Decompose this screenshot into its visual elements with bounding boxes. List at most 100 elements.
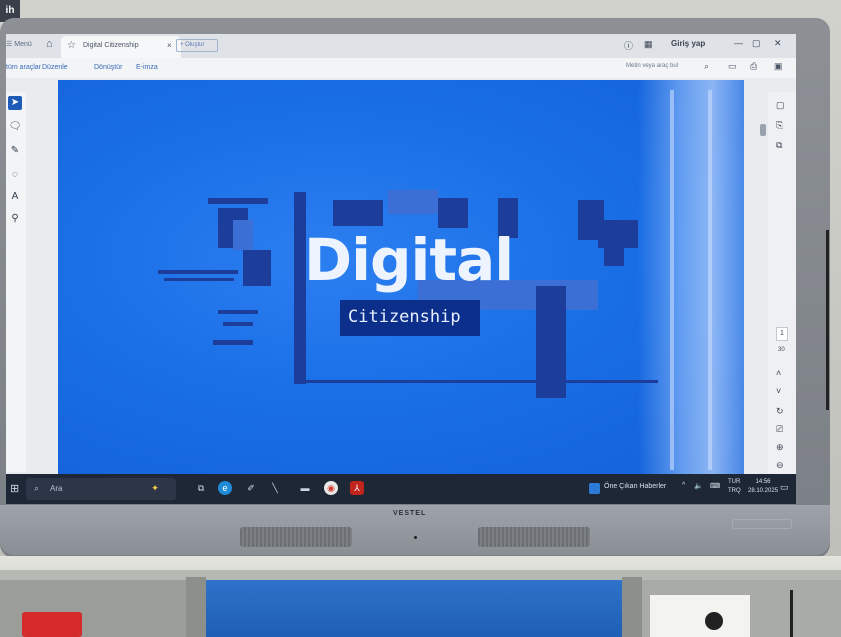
pages-icon[interactable]: ⧉: [776, 140, 782, 151]
text-tool-icon[interactable]: A: [8, 190, 22, 204]
comment-tool-icon[interactable]: 🗨: [8, 120, 22, 134]
decor-bar: [218, 310, 258, 314]
refresh-icon[interactable]: ↻: [776, 406, 784, 417]
decor-bar: [223, 322, 253, 326]
decor-block: [388, 190, 438, 214]
decor-block: [438, 198, 468, 228]
power-led: [414, 536, 417, 539]
speaker-grille-right: [478, 527, 590, 547]
edge-icon[interactable]: e: [218, 481, 232, 495]
red-object: [22, 612, 82, 637]
right-tool-rail: ▢ ⎘ ⧉ 1 30 ˄ ˅ ↻ ⎚ ⊕ ⊖: [768, 92, 796, 482]
chevron-up-icon[interactable]: ˄: [776, 368, 781, 378]
window-frame-bar: [708, 90, 712, 470]
socket-hole: [705, 612, 723, 630]
window-frame-bar: [670, 90, 674, 470]
news-icon[interactable]: [589, 483, 600, 494]
menu-button[interactable]: ☰ Menü: [6, 40, 32, 48]
chrome-icon[interactable]: ◉: [324, 481, 338, 495]
front-buttons[interactable]: [732, 519, 792, 529]
decor-bar: [208, 198, 268, 204]
close-window-icon[interactable]: ✕: [774, 38, 782, 49]
help-icon[interactable]: ⓘ: [624, 39, 633, 52]
pdf-toolbar: tüm araçlar Düzenle Dönüştür E-imza Meti…: [6, 58, 796, 78]
sparkle-icon[interactable]: ✦: [148, 481, 162, 495]
language-indicator[interactable]: TUR TRQ: [728, 478, 741, 496]
chevron-up-icon[interactable]: ^: [682, 482, 685, 489]
slide-title: Digital: [304, 226, 514, 294]
home-icon[interactable]: ⌂: [46, 38, 58, 50]
select-tool-icon[interactable]: ➤: [8, 96, 22, 110]
lasso-tool-icon[interactable]: ◌: [8, 168, 22, 182]
decor-bar: [164, 278, 234, 281]
toolbar-convert[interactable]: Dönüştür: [94, 64, 122, 71]
keyboard-icon[interactable]: ⌨: [710, 482, 720, 490]
page-total: 30: [778, 347, 785, 353]
speaker-grille-left: [240, 527, 352, 547]
task-view-icon[interactable]: ⧉: [194, 481, 208, 495]
pen-app-icon[interactable]: ✐: [244, 481, 258, 495]
tool-search-input[interactable]: Metin veya araç bul: [626, 63, 678, 69]
tv-screen: ☰ Menü ⌂ ☆ Digital Citizenship × + Oluşt…: [6, 34, 796, 504]
maximize-icon[interactable]: ▢: [752, 38, 761, 49]
decor-block: [233, 220, 253, 250]
slide-subtitle: Citizenship: [348, 307, 461, 327]
star-icon[interactable]: ☆: [67, 40, 76, 51]
new-tab-button[interactable]: + Oluştur: [176, 39, 218, 52]
acrobat-icon[interactable]: ⅄: [350, 481, 364, 495]
clock[interactable]: 14:56 28.10.2025: [748, 478, 778, 496]
toolbar-all-tools[interactable]: tüm araçlar: [6, 64, 41, 71]
mount-bracket: [186, 577, 206, 637]
zoom-in-icon[interactable]: ⊕: [776, 442, 784, 453]
comments-panel-icon[interactable]: ▢: [776, 100, 785, 111]
pen-tool-icon[interactable]: ✎: [8, 144, 22, 158]
news-widget[interactable]: Öne Çıkan Haberler: [604, 483, 666, 490]
sign-in-button[interactable]: Giriş yap: [671, 39, 705, 48]
decor-bar: [158, 270, 238, 274]
file-explorer-icon[interactable]: ▬: [298, 481, 312, 495]
lower-blue-panel: [200, 580, 630, 637]
decor-block: [333, 200, 383, 226]
mount-bracket: [622, 577, 642, 637]
slide-canvas: Digital Citizenship: [58, 80, 744, 476]
cable: [826, 230, 829, 410]
scrollbar-thumb[interactable]: [760, 124, 766, 136]
fit-page-icon[interactable]: ⎚: [776, 424, 783, 435]
brand-logo: VESTEL: [393, 510, 427, 517]
page-number-field[interactable]: 1: [776, 327, 788, 341]
tab-title: Digital Citizenship: [83, 42, 139, 49]
save-icon[interactable]: ▣: [774, 61, 783, 72]
comment-icon[interactable]: ▭: [728, 61, 737, 72]
tab-digital-citizenship[interactable]: ☆ Digital Citizenship ×: [61, 36, 181, 58]
apps-icon[interactable]: ▦: [644, 39, 653, 50]
search-icon[interactable]: ⌕: [704, 61, 709, 72]
decor-block: [243, 250, 271, 286]
photo-scene: ih VESTEL ☰ Menü ⌂ ☆ Digital Citizenship…: [0, 0, 841, 637]
taskbar-search-placeholder: Ara: [50, 484, 63, 493]
minimize-icon[interactable]: —: [734, 38, 743, 48]
windows-start-icon[interactable]: ⊞: [10, 482, 19, 495]
decor-bar: [298, 380, 658, 383]
search-icon: ⌕: [34, 483, 40, 493]
cable: [790, 590, 793, 637]
volume-icon[interactable]: 🔈: [694, 482, 703, 490]
windows-taskbar: ⊞ ⌕ Ara ✦ ⧉ e ✐ ╲ ▬ ◉ ⅄ Öne Çıkan Haberl…: [6, 474, 796, 504]
zoom-out-icon[interactable]: ⊖: [776, 460, 784, 471]
chevron-down-icon[interactable]: ˅: [776, 386, 781, 396]
close-icon[interactable]: ×: [167, 41, 172, 50]
decor-bar: [213, 340, 253, 345]
window-reflection: [638, 80, 744, 476]
wall-socket: [650, 595, 750, 637]
left-tool-rail: ➤ 🗨 ✎ ◌ A ⚲: [6, 92, 26, 472]
tool-icon[interactable]: ╲: [268, 481, 282, 495]
toolbar-esign[interactable]: E-imza: [136, 64, 158, 71]
mount-rail: [0, 570, 841, 580]
decor-block: [598, 220, 638, 248]
bookmark-icon[interactable]: ⎘: [776, 120, 783, 131]
slide-subtitle-box: Citizenship: [340, 300, 480, 336]
browser-tab-bar: ☰ Menü ⌂ ☆ Digital Citizenship × + Oluşt…: [6, 34, 796, 58]
toolbar-edit[interactable]: Düzenle: [42, 64, 68, 71]
print-icon[interactable]: ⎙: [750, 61, 757, 72]
notification-icon[interactable]: ▭: [780, 482, 789, 493]
stamp-tool-icon[interactable]: ⚲: [8, 212, 22, 226]
